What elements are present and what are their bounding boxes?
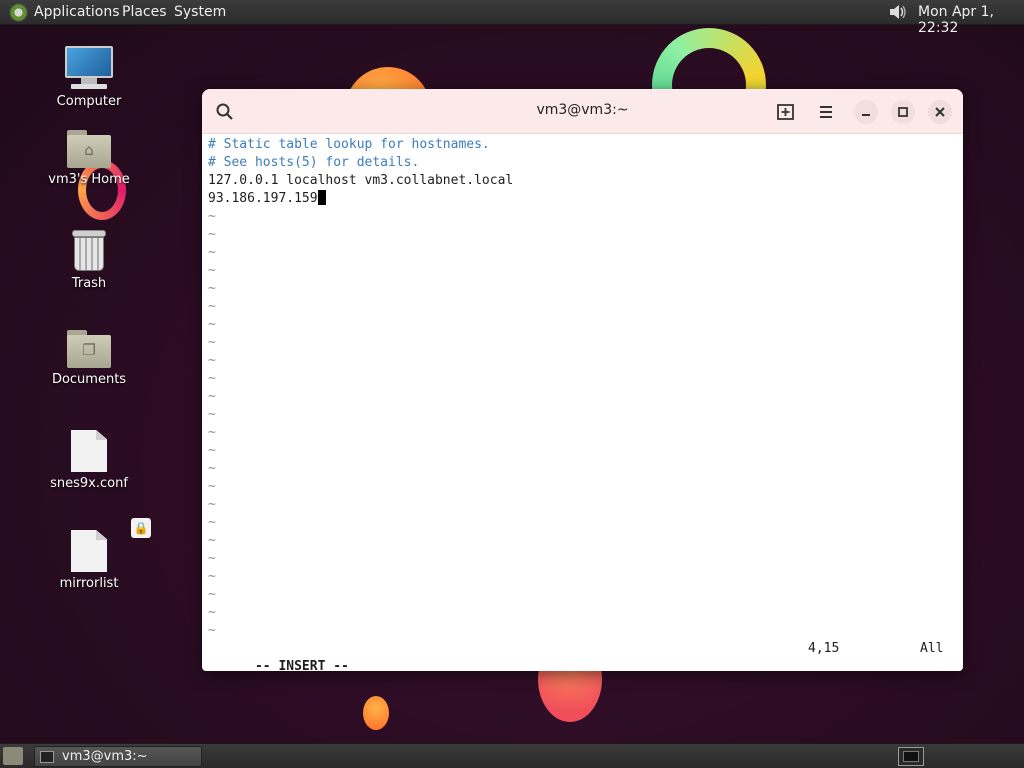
- empty-line-marker: ~: [208, 425, 216, 440]
- documents-folder-icon: ❐: [67, 330, 111, 368]
- top-panel: Applications Places System Mon Apr 1, 22…: [0, 0, 1024, 36]
- minimize-icon[interactable]: [854, 100, 878, 124]
- desktop-icon-label: Documents: [51, 372, 127, 387]
- desktop-icon-home[interactable]: ⌂ vm3's Home: [29, 130, 149, 187]
- empty-line-marker: ~: [208, 605, 216, 620]
- empty-line-marker: ~: [208, 281, 216, 296]
- desktop-icon-label: mirrorlist: [59, 576, 119, 591]
- empty-line-marker: ~: [208, 227, 216, 242]
- workspace-switcher[interactable]: [898, 747, 924, 766]
- empty-line-marker: ~: [208, 299, 216, 314]
- home-folder-icon: ⌂: [67, 130, 111, 168]
- hamburger-menu-icon[interactable]: [814, 100, 838, 124]
- desktop-icon-snes9x-conf[interactable]: snes9x.conf: [29, 430, 149, 491]
- terminal-window[interactable]: vm3@vm3:~ # Static table lookup for host…: [202, 89, 963, 671]
- editor-line-current: 93.186.197.159: [208, 190, 957, 208]
- workspace-window-preview: [903, 751, 919, 762]
- cursor-position: 4,15: [808, 641, 840, 656]
- empty-line-marker: ~: [208, 407, 216, 422]
- editor-line: 127.0.0.1 localhost vm3.collabnet.local: [208, 173, 514, 188]
- desktop-icon-label: Trash: [71, 276, 107, 291]
- desktop-icon-computer[interactable]: Computer: [29, 46, 149, 109]
- empty-line-marker: ~: [208, 587, 216, 602]
- empty-line-marker: ~: [208, 443, 216, 458]
- desktop-icon-mirrorlist[interactable]: 🔒 mirrorlist: [29, 518, 151, 591]
- empty-line-marker: ~: [208, 209, 216, 224]
- vim-status-line: -- INSERT -- 4,15 All: [208, 640, 957, 671]
- lock-icon: 🔒: [131, 518, 151, 538]
- trash-icon: [70, 228, 108, 272]
- text-cursor: [317, 190, 326, 205]
- taskbar-button-terminal[interactable]: vm3@vm3:~: [34, 746, 202, 767]
- window-title: vm3@vm3:~: [536, 102, 629, 118]
- new-tab-icon[interactable]: [774, 100, 798, 124]
- text-file-icon: [71, 430, 107, 472]
- menu-applications[interactable]: Applications: [34, 4, 120, 20]
- desktop-icon-label: snes9x.conf: [50, 476, 128, 491]
- empty-line-marker: ~: [208, 353, 216, 368]
- empty-line-marker: ~: [208, 551, 216, 566]
- volume-icon[interactable]: [888, 3, 908, 21]
- empty-line-marker: ~: [208, 461, 216, 476]
- desktop-icon-documents[interactable]: ❐ Documents: [29, 330, 149, 387]
- bottom-panel: vm3@vm3:~: [0, 743, 1024, 768]
- taskbar-button-label: vm3@vm3:~: [62, 749, 148, 764]
- wallpaper-small-orange-blob: [363, 696, 389, 730]
- editor-line: # Static table lookup for hostnames.: [208, 137, 490, 152]
- text-file-icon: [71, 530, 107, 572]
- empty-line-marker: ~: [208, 371, 216, 386]
- terminal-text-area[interactable]: # Static table lookup for hostnames. # S…: [208, 136, 957, 671]
- menu-system[interactable]: System: [174, 4, 226, 20]
- empty-line-marker: ~: [208, 497, 216, 512]
- empty-line-marker: ~: [208, 515, 216, 530]
- empty-line-marker: ~: [208, 623, 216, 638]
- maximize-icon[interactable]: [891, 100, 915, 124]
- empty-line-marker: ~: [208, 335, 216, 350]
- computer-icon: [65, 46, 113, 90]
- menu-places[interactable]: Places: [122, 4, 167, 20]
- close-icon[interactable]: [928, 100, 952, 124]
- empty-line-marker: ~: [208, 389, 216, 404]
- editor-line: # See hosts(5) for details.: [208, 155, 420, 170]
- applications-logo-icon[interactable]: [9, 3, 28, 22]
- empty-line-marker: ~: [208, 245, 216, 260]
- window-titlebar[interactable]: vm3@vm3:~: [202, 89, 963, 134]
- editor-line-text: 93.186.197.159: [208, 191, 318, 206]
- terminal-icon: [40, 751, 54, 763]
- editor-mode: -- INSERT --: [254, 659, 349, 671]
- empty-line-marker: ~: [208, 569, 216, 584]
- desktop-icon-label: vm3's Home: [48, 172, 130, 187]
- empty-line-marker: ~: [208, 533, 216, 548]
- clock[interactable]: Mon Apr 1, 22:32: [918, 4, 1024, 36]
- empty-line-marker: ~: [208, 479, 216, 494]
- empty-line-marker: ~: [208, 263, 216, 278]
- show-desktop-icon[interactable]: [3, 747, 23, 765]
- scroll-position: All: [920, 641, 944, 656]
- desktop-icon-trash[interactable]: Trash: [29, 228, 149, 291]
- empty-line-marker: ~: [208, 317, 216, 332]
- desktop-icon-label: Computer: [56, 94, 122, 109]
